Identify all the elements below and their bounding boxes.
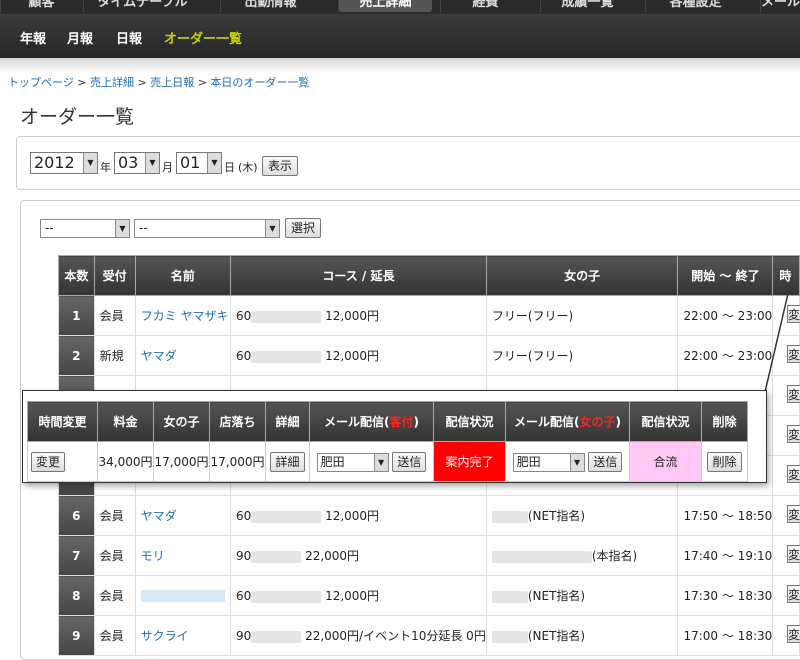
callout-row: 変更 34,000円 17,000円 17,000円 詳細 肥田 ▼ 送信 案内完… (27, 441, 748, 482)
callout-zoom: 時間変更 料金 女の子 店落ち 詳細 メール配信(客付) 配信状況 メール配信(… (22, 390, 767, 483)
select-value: 肥田 (320, 454, 345, 469)
send-button[interactable]: 送信 (392, 451, 427, 472)
mail-header-highlight: 客付 (389, 415, 414, 429)
col-status: 配信状況 (629, 401, 702, 442)
delete-button[interactable]: 削除 (707, 451, 742, 472)
change-button[interactable]: 変更 (31, 451, 66, 472)
col-shop-fee: 店落ち (209, 401, 266, 442)
col-price: 料金 (97, 401, 154, 442)
cell-delete: 削除 (701, 441, 748, 482)
mail-header-text: ) (413, 415, 419, 429)
col-time-change: 時間変更 (27, 401, 98, 442)
col-detail: 詳細 (265, 401, 310, 442)
mail-header-text: メール配信( (324, 415, 390, 429)
status-badge: 合流 (629, 441, 702, 482)
mail-header-text: ) (615, 415, 621, 429)
cell-change: 変更 (27, 441, 98, 482)
col-status: 配信状況 (433, 401, 506, 442)
chevron-down-icon: ▼ (373, 453, 388, 471)
status-badge: 案内完了 (433, 441, 506, 482)
chevron-down-icon: ▼ (569, 453, 584, 471)
col-delete: 削除 (701, 401, 748, 442)
callout-pointer (764, 284, 791, 393)
mail-girl-select[interactable]: 肥田 ▼ (512, 452, 585, 472)
cell-mail-girl: 肥田 ▼ 送信 (505, 441, 630, 482)
mail-customer-select[interactable]: 肥田 ▼ (316, 452, 389, 472)
cell-mail-customer: 肥田 ▼ 送信 (309, 441, 434, 482)
cell-girl-fee: 17,000円 (153, 441, 210, 482)
detail-button[interactable]: 詳細 (270, 451, 305, 472)
col-mail-customer: メール配信(客付) (309, 401, 434, 442)
callout-table: 時間変更 料金 女の子 店落ち 詳細 メール配信(客付) 配信状況 メール配信(… (27, 401, 748, 482)
callout-header-row: 時間変更 料金 女の子 店落ち 詳細 メール配信(客付) 配信状況 メール配信(… (27, 401, 748, 442)
select-value: 肥田 (516, 454, 541, 469)
mail-header-highlight: 女の子 (579, 415, 616, 429)
col-mail-girl: メール配信(女の子) (505, 401, 630, 442)
cell-price: 34,000円 (97, 441, 154, 482)
send-button[interactable]: 送信 (588, 451, 623, 472)
cell-shop-fee: 17,000円 (209, 441, 266, 482)
mail-header-text: メール配信( (514, 415, 580, 429)
cell-detail: 詳細 (265, 441, 310, 482)
col-girl-fee: 女の子 (153, 401, 210, 442)
